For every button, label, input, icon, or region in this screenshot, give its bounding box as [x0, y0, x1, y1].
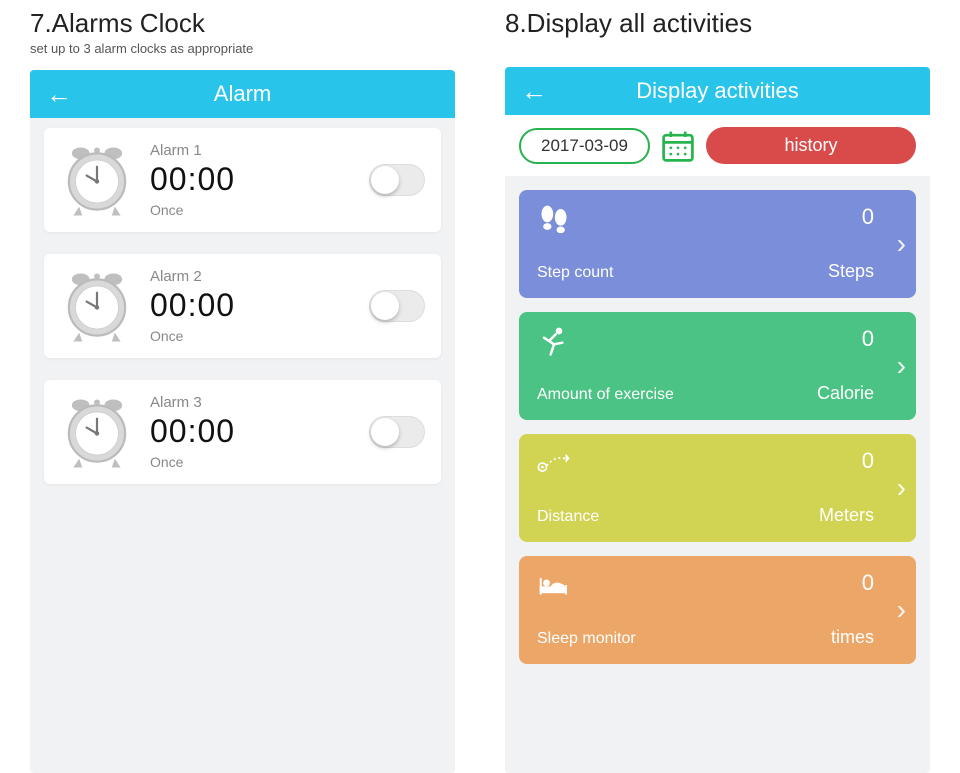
activities-screen: ← Display activities 2017-03-09 history — [505, 67, 930, 773]
activity-label: Step count — [537, 264, 614, 282]
alarm-list: Alarm 1 00:00 Once — [30, 118, 455, 494]
activity-unit: Meters — [819, 505, 874, 526]
alarm-name: Alarm 3 — [150, 394, 353, 411]
alarm-header: ← Alarm — [30, 70, 455, 118]
back-icon[interactable]: ← — [46, 79, 72, 110]
alarm-card[interactable]: Alarm 1 00:00 Once — [44, 128, 441, 232]
activity-unit: times — [831, 627, 874, 648]
calendar-icon[interactable] — [660, 128, 696, 164]
distance-card[interactable]: Distance 0 Meters › — [519, 434, 916, 542]
history-button[interactable]: history — [706, 127, 916, 164]
footsteps-icon — [537, 204, 571, 234]
route-icon — [537, 448, 571, 478]
activity-unit: Steps — [828, 261, 874, 282]
chevron-right-icon: › — [897, 594, 906, 626]
section-7-subtitle: set up to 3 alarm clocks as appropriate — [30, 41, 455, 56]
chevron-right-icon: › — [897, 350, 906, 382]
activity-value: 0 — [819, 448, 874, 474]
activity-value: 0 — [817, 326, 874, 352]
alarm-name: Alarm 1 — [150, 142, 353, 159]
alarm-toggle[interactable] — [369, 416, 425, 448]
section-8-title: 8.Display all activities — [505, 0, 930, 39]
alarm-card[interactable]: Alarm 3 00:00 Once — [44, 380, 441, 484]
activity-value: 0 — [828, 204, 874, 230]
alarm-screen: ← Alarm Alarm 1 — [30, 70, 455, 773]
back-icon[interactable]: ← — [521, 76, 547, 107]
activity-label: Distance — [537, 508, 599, 526]
section-7-title: 7.Alarms Clock — [30, 0, 455, 39]
alarm-toggle[interactable] — [369, 290, 425, 322]
alarm-repeat: Once — [150, 328, 353, 344]
alarm-time: 00:00 — [150, 287, 353, 324]
activity-unit: Calorie — [817, 383, 874, 404]
chevron-right-icon: › — [897, 472, 906, 504]
alarm-name: Alarm 2 — [150, 268, 353, 285]
activity-value: 0 — [831, 570, 874, 596]
date-selector[interactable]: 2017-03-09 — [519, 128, 650, 164]
sleep-card[interactable]: Sleep monitor 0 times › — [519, 556, 916, 664]
alarm-card[interactable]: Alarm 2 00:00 Once — [44, 254, 441, 358]
activity-label: Amount of exercise — [537, 386, 674, 404]
activities-header: ← Display activities — [505, 67, 930, 115]
alarm-clock-icon — [60, 395, 134, 469]
alarm-header-title: Alarm — [214, 81, 271, 107]
step-count-card[interactable]: Step count 0 Steps › — [519, 190, 916, 298]
alarm-time: 00:00 — [150, 413, 353, 450]
alarm-toggle[interactable] — [369, 164, 425, 196]
activities-header-title: Display activities — [636, 78, 799, 104]
alarm-repeat: Once — [150, 454, 353, 470]
exercise-card[interactable]: Amount of exercise 0 Calorie › — [519, 312, 916, 420]
running-icon — [537, 326, 571, 356]
chevron-right-icon: › — [897, 228, 906, 260]
alarm-repeat: Once — [150, 202, 353, 218]
alarm-clock-icon — [60, 269, 134, 343]
alarm-time: 00:00 — [150, 161, 353, 198]
alarm-clock-icon — [60, 143, 134, 217]
sleep-icon — [537, 570, 571, 600]
activity-label: Sleep monitor — [537, 630, 636, 648]
